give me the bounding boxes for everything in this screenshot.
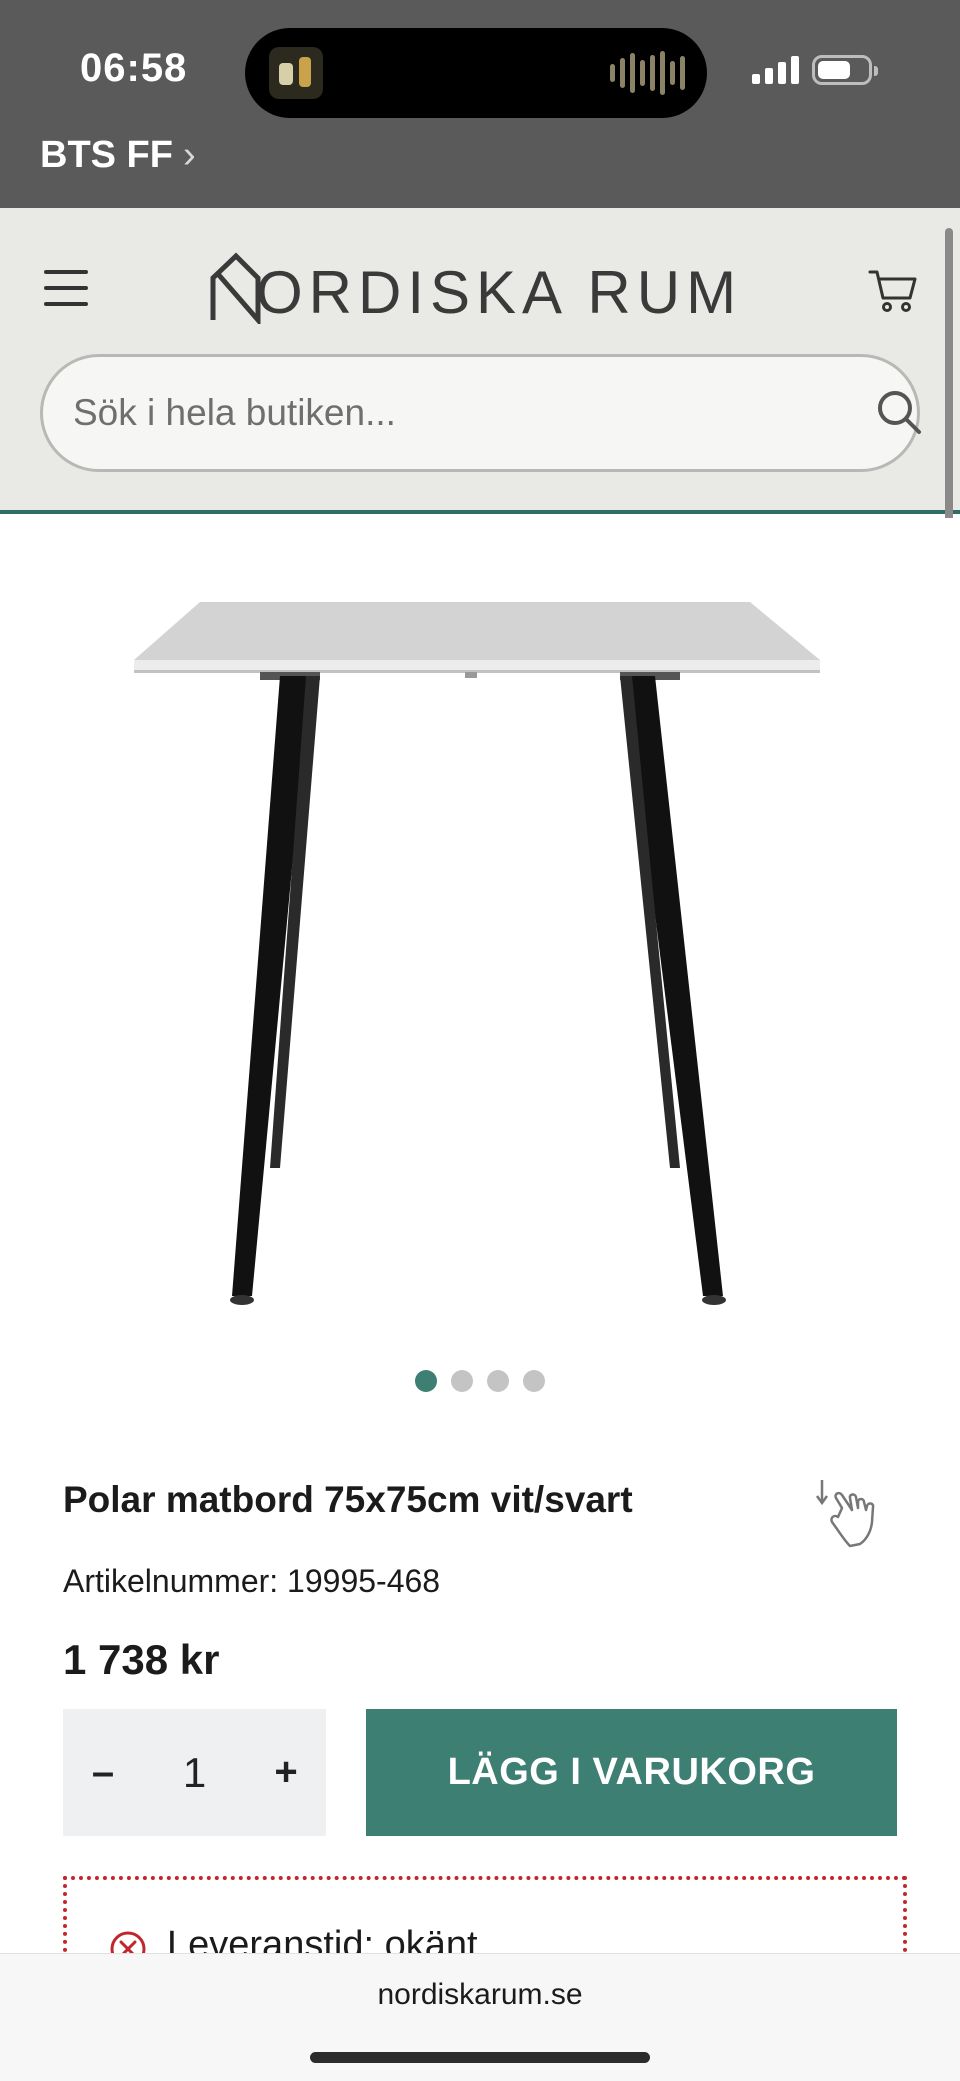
chevron-right-icon: › xyxy=(182,134,196,176)
quantity-value[interactable]: 1 xyxy=(143,1709,246,1836)
gallery-pagination xyxy=(0,1370,960,1392)
dynamic-island[interactable] xyxy=(245,28,707,118)
gallery-dot-2[interactable] xyxy=(451,1370,473,1392)
add-to-cart-button[interactable]: LÄGG I VARUKORG xyxy=(366,1709,897,1836)
product-title: Polar matbord 75x75cm vit/svart xyxy=(63,1479,633,1520)
status-time: 06:58 xyxy=(80,46,188,90)
hamburger-menu-icon[interactable] xyxy=(44,270,88,306)
search-input[interactable] xyxy=(73,377,833,449)
product-image[interactable] xyxy=(120,588,840,1328)
nordiska-rum-logo[interactable]: ORDISKA RUM xyxy=(208,252,753,334)
search-bar[interactable] xyxy=(40,354,921,472)
quantity-stepper: – 1 + xyxy=(63,1709,326,1836)
url-text[interactable]: nordiskarum.se xyxy=(0,1978,960,2012)
gallery-dot-3[interactable] xyxy=(487,1370,509,1392)
swipe-hint-icon xyxy=(815,1480,875,1548)
gallery-dot-1[interactable] xyxy=(415,1370,437,1392)
audio-waveform-icon xyxy=(610,51,685,95)
quantity-increase-button[interactable]: + xyxy=(246,1709,326,1836)
quantity-decrease-button[interactable]: – xyxy=(63,1709,143,1836)
site-header: ORDISKA RUM xyxy=(0,208,960,514)
search-icon[interactable] xyxy=(874,387,924,437)
battery-icon xyxy=(812,55,878,85)
gallery-dot-4[interactable] xyxy=(523,1370,545,1392)
status-bar: 06:58 BTS FF › xyxy=(0,0,960,208)
product-sku: Artikelnummer: 19995-468 xyxy=(63,1563,441,1599)
now-playing-art xyxy=(269,47,323,99)
cellular-signal-icon xyxy=(752,56,799,84)
logo-text: ORDISKA RUM xyxy=(256,259,743,326)
back-to-app-link[interactable]: BTS FF › xyxy=(40,134,196,177)
home-indicator[interactable] xyxy=(310,2052,650,2063)
product-gallery[interactable] xyxy=(0,518,960,1348)
back-app-label: BTS FF xyxy=(40,134,173,176)
browser-address-bar[interactable]: nordiskarum.se xyxy=(0,1953,960,2081)
product-price: 1 738 kr xyxy=(63,1636,220,1683)
cart-icon[interactable] xyxy=(868,266,918,314)
